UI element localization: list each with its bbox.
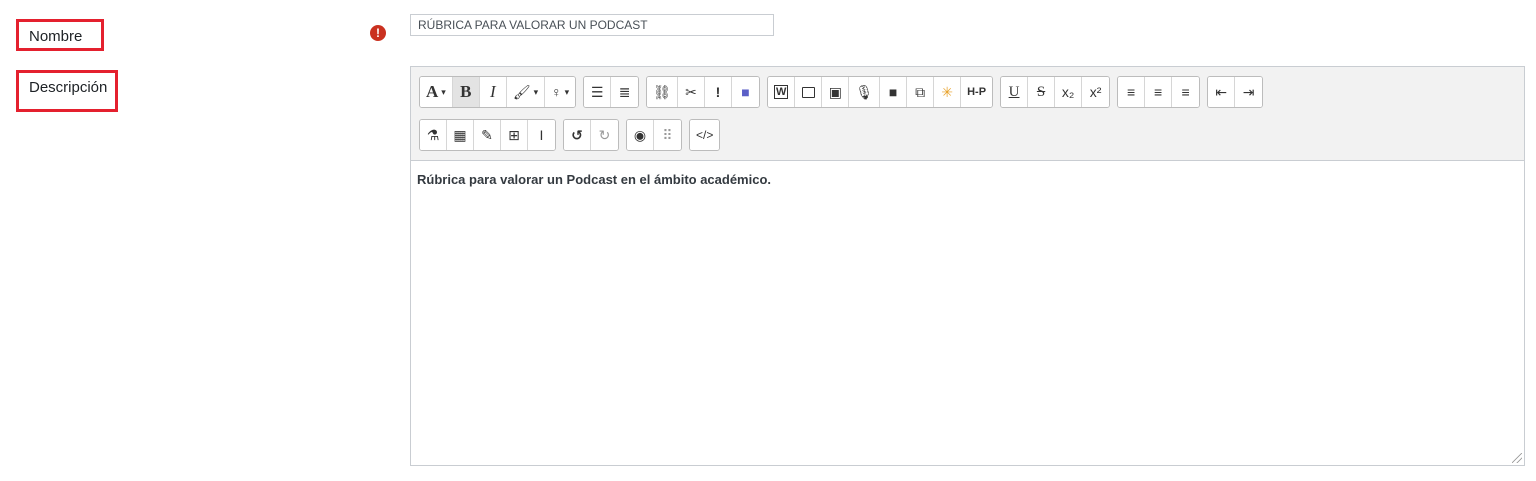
italic-button[interactable]: I (479, 77, 507, 107)
calculator-icon: ▦ (453, 126, 467, 143)
toolbar-row-2: ⚗ ▦ ✎ ⊞ Ι ↺ ↻ ◉ ⠿ </> (419, 119, 721, 151)
toolbar-group-accessibility: ◉ ⠿ (626, 119, 682, 151)
align-right-icon: ≡ (1181, 84, 1190, 100)
subscript-button[interactable]: x₂ (1055, 77, 1083, 107)
image-icon (801, 86, 815, 98)
editor-toolbar: A ▾ B I 🖌 ▾ ♀ ▾ ☰ ≣ ⛓ ✂ ! ■ W ▣ 🎙 ■ ⧉ ✳ … (411, 67, 1524, 161)
toolbar-group-format: U S x₂ x² (1000, 76, 1111, 108)
chemistry-button[interactable]: ⚗ (420, 120, 447, 150)
unordered-list-button[interactable]: ☰ (584, 77, 612, 107)
indent-icon: ⇥ (1242, 83, 1255, 100)
unlink-icon: ✂ (685, 83, 697, 100)
word-import-button[interactable]: W (767, 77, 796, 107)
teams-icon: ■ (741, 84, 750, 100)
manage-files-button[interactable]: ⧉ (907, 77, 935, 107)
toolbar-group-insert: ⚗ ▦ ✎ ⊞ Ι (419, 119, 556, 151)
record-audio-button[interactable]: 🎙 (849, 77, 881, 107)
description-label: Descripción (16, 70, 118, 112)
table-button[interactable]: ⊞ (501, 120, 528, 150)
toolbar-group-html: </> (689, 119, 721, 151)
link-button[interactable]: ⛓ (647, 77, 678, 107)
underline-button[interactable]: U (1001, 77, 1029, 107)
toolbar-group-style: A ▾ B I 🖌 ▾ ♀ ▾ (419, 76, 577, 108)
strikethrough-button[interactable]: S (1028, 77, 1056, 107)
emphasis-button[interactable]: ! (704, 77, 732, 107)
unlink-button[interactable]: ✂ (677, 77, 705, 107)
media-button[interactable]: ▣ (822, 77, 850, 107)
braille-icon: ⠿ (662, 126, 673, 143)
plugin-button[interactable]: ✳ (934, 77, 962, 107)
bold-button[interactable]: B (452, 77, 480, 107)
image-button[interactable] (795, 77, 823, 107)
pencil-square-icon: ✎ (481, 126, 493, 143)
name-label: Nombre (16, 19, 104, 51)
toolbar-group-align: ≡ ≡ ≡ (1117, 76, 1201, 108)
align-left-button[interactable]: ≡ (1118, 77, 1146, 107)
table-icon: ⊞ (508, 126, 520, 143)
toolbar-group-media: W ▣ 🎙 ■ ⧉ ✳ H-P (766, 76, 994, 108)
resize-handle[interactable] (1512, 453, 1522, 463)
toolbar-row-1: A ▾ B I 🖌 ▾ ♀ ▾ ☰ ≣ ⛓ ✂ ! ■ W ▣ 🎙 ■ ⧉ ✳ … (419, 76, 1264, 108)
exclamation-icon: ! (715, 84, 721, 100)
equation-button[interactable]: ▦ (447, 120, 474, 150)
record-video-button[interactable]: ■ (880, 77, 908, 107)
screenreader-helper-button[interactable]: ⠿ (654, 120, 681, 150)
clear-format-button[interactable]: Ι (528, 120, 555, 150)
edit-button[interactable]: ✎ (474, 120, 501, 150)
numbered-list-icon: ≣ (618, 83, 631, 100)
highlight-button[interactable]: ♀ ▾ (545, 77, 576, 107)
superscript-button[interactable]: x² (1082, 77, 1110, 107)
undo-button[interactable]: ↺ (564, 120, 591, 150)
align-center-button[interactable]: ≡ (1145, 77, 1173, 107)
align-left-icon: ≡ (1126, 84, 1136, 100)
undo-icon: ↺ (571, 126, 583, 143)
h5p-button[interactable]: H-P (961, 77, 993, 107)
flask-icon: ⚗ (426, 126, 440, 143)
name-input[interactable] (410, 14, 774, 36)
word-icon: W (773, 85, 789, 99)
toolbar-group-links: ⛓ ✂ ! ■ (646, 76, 760, 108)
font-color-button[interactable]: 🖌 ▾ (506, 77, 546, 107)
brush-icon: 🖌 (512, 83, 531, 100)
editor-content[interactable]: Rúbrica para valorar un Podcast en el ám… (411, 162, 1524, 465)
video-camera-icon: ■ (888, 84, 898, 100)
font-style-button[interactable]: A ▾ (420, 77, 453, 107)
redo-icon: ↻ (598, 126, 611, 143)
align-center-icon: ≡ (1153, 84, 1163, 100)
redo-button[interactable]: ↻ (591, 120, 618, 150)
bullet-list-icon: ☰ (590, 83, 604, 100)
toolbar-group-history: ↺ ↻ (563, 119, 619, 151)
indent-button[interactable]: ⇥ (1235, 77, 1263, 107)
lightbulb-icon: ♀ (551, 84, 562, 100)
accessibility-icon: ◉ (633, 126, 647, 143)
outdent-icon: ⇤ (1215, 83, 1227, 100)
description-editor: A ▾ B I 🖌 ▾ ♀ ▾ ☰ ≣ ⛓ ✂ ! ■ W ▣ 🎙 ■ ⧉ ✳ … (410, 66, 1525, 466)
toolbar-group-indent: ⇤ ⇥ (1207, 76, 1264, 108)
link-icon: ⛓ (653, 83, 671, 100)
copy-files-icon: ⧉ (915, 83, 926, 100)
html-button[interactable]: </> (690, 120, 720, 150)
toolbar-group-lists: ☰ ≣ (583, 76, 640, 108)
ordered-list-button[interactable]: ≣ (611, 77, 639, 107)
microphone-icon: 🎙 (855, 83, 874, 100)
accessibility-checker-button[interactable]: ◉ (627, 120, 654, 150)
sparkle-icon: ✳ (941, 83, 953, 100)
outdent-button[interactable]: ⇤ (1208, 77, 1236, 107)
file-media-icon: ▣ (828, 83, 842, 100)
code-icon: </> (696, 128, 714, 142)
required-icon: ! (370, 25, 386, 41)
align-right-button[interactable]: ≡ (1172, 77, 1200, 107)
teams-button[interactable]: ■ (731, 77, 759, 107)
text-cursor-icon: Ι (539, 127, 544, 143)
h5p-icon: H-P (967, 86, 987, 98)
